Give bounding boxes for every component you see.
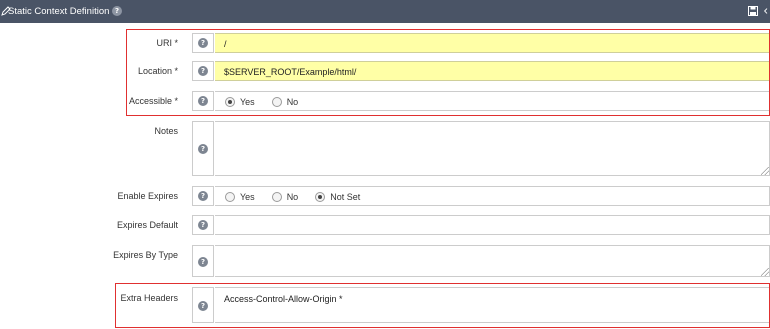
panel-title: Static Context Definition <box>8 6 110 17</box>
uri-input[interactable]: / <box>215 33 770 53</box>
location-row: Location * ? $SERVER_ROOT/Example/html/ <box>0 61 770 81</box>
resize-handle[interactable] <box>761 167 769 175</box>
help-icon[interactable]: ? <box>198 96 208 106</box>
enable-expires-row: Enable Expires ? Yes No Not Set <box>0 186 770 206</box>
expires-by-type-label: Expires By Type <box>113 250 178 260</box>
location-label: Location * <box>137 66 178 76</box>
help-icon[interactable]: ? <box>112 6 122 16</box>
enable-expires-radio-group: Yes No Not Set <box>225 192 377 202</box>
help-icon[interactable]: ? <box>198 144 208 154</box>
extra-headers-textarea[interactable]: Access-Control-Allow-Origin * <box>215 287 770 323</box>
help-icon[interactable]: ? <box>198 257 208 267</box>
accessible-no-label: No <box>286 97 299 107</box>
expires-by-type-row: Expires By Type ? <box>0 245 770 277</box>
location-help-box: ? <box>192 61 214 81</box>
accessible-label: Accessible * <box>128 96 178 106</box>
expires-default-help-box: ? <box>192 215 214 235</box>
location-input[interactable]: $SERVER_ROOT/Example/html/ <box>215 61 770 81</box>
enable-expires-field: Yes No Not Set <box>215 186 770 206</box>
help-icon[interactable]: ? <box>198 301 208 311</box>
accessible-help-box: ? <box>192 91 214 111</box>
enable-expires-no-radio[interactable] <box>271 192 282 202</box>
uri-value: / <box>224 39 227 49</box>
enable-expires-label: Enable Expires <box>117 191 178 201</box>
extra-headers-row: Extra Headers ? Access-Control-Allow-Ori… <box>0 287 770 323</box>
enable-expires-yes-radio[interactable] <box>225 192 235 202</box>
help-icon[interactable]: ? <box>198 191 208 201</box>
extra-headers-value: Access-Control-Allow-Origin * <box>224 294 343 304</box>
enable-expires-yes-label: Yes <box>240 192 255 202</box>
uri-label: URI * <box>156 38 178 48</box>
help-icon[interactable]: ? <box>198 38 208 48</box>
location-value: $SERVER_ROOT/Example/html/ <box>224 67 357 77</box>
enable-expires-not-set-radio[interactable] <box>315 192 326 202</box>
expires-default-input[interactable] <box>215 215 770 235</box>
expires-by-type-textarea[interactable] <box>215 245 770 277</box>
accessible-no-radio[interactable] <box>271 97 282 107</box>
accessible-radio-group: Yes No <box>225 97 315 107</box>
extra-headers-help-box: ? <box>192 287 214 323</box>
expires-by-type-help-box: ? <box>192 245 214 277</box>
expires-default-label: Expires Default <box>116 220 178 230</box>
accessible-row: Accessible * ? Yes No <box>0 91 770 111</box>
notes-help-box: ? <box>192 121 214 176</box>
cancel-icon[interactable] <box>764 6 770 16</box>
notes-textarea[interactable] <box>215 121 770 176</box>
panel-header: Static Context Definition ? <box>0 0 770 23</box>
enable-expires-help-box: ? <box>192 186 214 206</box>
accessible-field: Yes No <box>215 91 770 111</box>
accessible-yes-radio[interactable] <box>225 97 235 107</box>
uri-help-box: ? <box>192 33 214 53</box>
enable-expires-not-set-label: Not Set <box>330 192 361 202</box>
help-icon[interactable]: ? <box>198 220 208 230</box>
extra-headers-label: Extra Headers <box>120 293 178 303</box>
expires-default-row: Expires Default ? <box>0 215 770 235</box>
help-icon[interactable]: ? <box>198 66 208 76</box>
notes-label: Notes <box>154 126 178 136</box>
uri-row: URI * ? / <box>0 33 770 53</box>
resize-handle[interactable] <box>761 268 769 276</box>
enable-expires-no-label: No <box>286 192 299 202</box>
accessible-yes-label: Yes <box>240 97 255 107</box>
save-icon[interactable] <box>748 6 758 16</box>
notes-row: Notes ? <box>0 121 770 176</box>
